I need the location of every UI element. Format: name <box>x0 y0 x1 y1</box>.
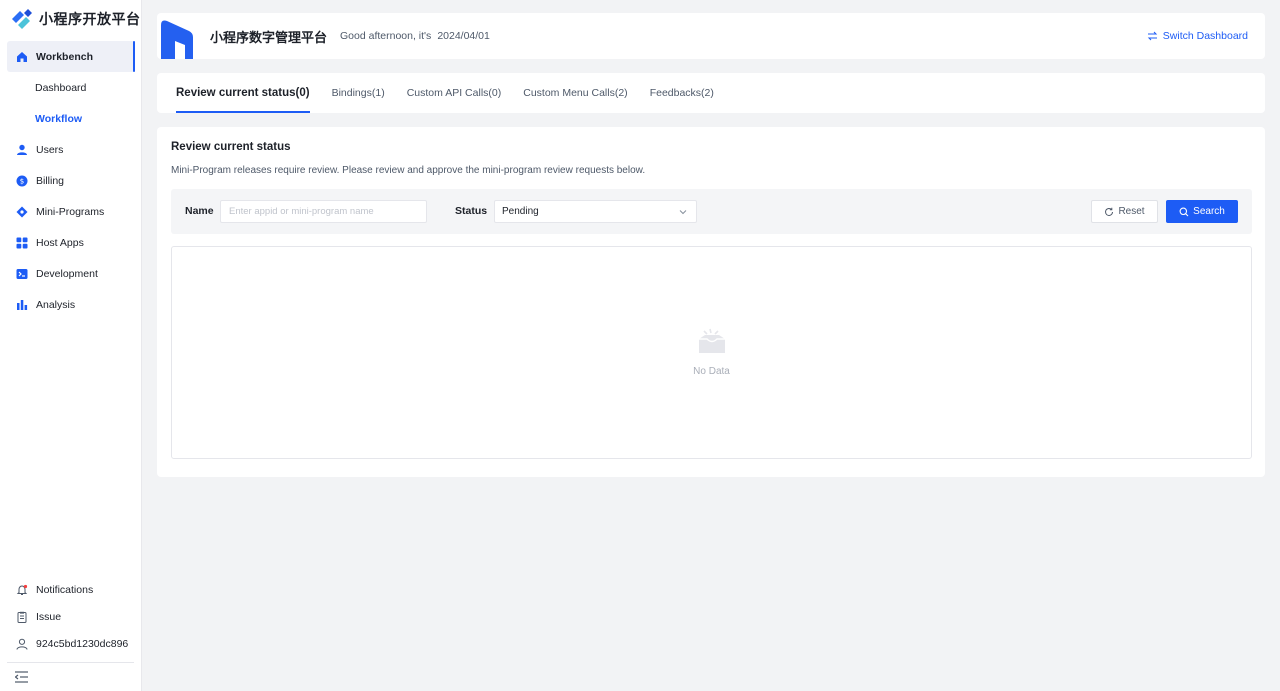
review-panel: Review current status Mini-Program relea… <box>157 127 1265 477</box>
billing-icon: $ <box>16 175 28 187</box>
current-date: 2024/04/01 <box>437 30 490 42</box>
home-icon <box>16 51 28 63</box>
sidebar-item-billing[interactable]: $ Billing <box>0 165 142 196</box>
svg-text:$: $ <box>20 177 24 185</box>
swap-icon <box>1147 31 1157 41</box>
empty-box-icon <box>699 328 725 353</box>
sidebar-item-users[interactable]: Users <box>0 134 142 165</box>
apps-grid-icon <box>16 237 28 249</box>
brand-name: 小程序开放平台 <box>39 11 141 27</box>
chevron-down-icon <box>679 210 687 215</box>
sidebar-item-label: Workbench <box>36 50 93 63</box>
sidebar-item-issue[interactable]: Issue <box>0 603 142 630</box>
status-select[interactable]: Pending <box>494 200 697 223</box>
sidebar-divider <box>7 662 134 663</box>
sidebar-subitem-label: Dashboard <box>35 81 87 94</box>
sidebar-nav: Workbench Dashboard Workflow Users $ Bil… <box>0 41 142 320</box>
header: 小程序数字管理平台 Good afternoon, it's 2024/04/01… <box>157 13 1265 59</box>
page-title: 小程序数字管理平台 <box>210 30 328 45</box>
sidebar-subitem-dashboard[interactable]: Dashboard <box>0 72 142 103</box>
bar-chart-icon <box>16 299 28 311</box>
tabs-bar: Review current status(0) Bindings(1) Cus… <box>157 73 1265 113</box>
sidebar-item-label: Billing <box>36 174 65 187</box>
sidebar-subitem-label: Workflow <box>35 112 83 125</box>
bell-icon <box>16 584 28 596</box>
sidebar-item-label: 924c5bd1230dc896 <box>36 637 129 650</box>
search-icon <box>1179 207 1189 216</box>
sidebar-item-mini-programs[interactable]: Mini-Programs <box>0 196 142 227</box>
platform-logo-icon <box>161 20 193 59</box>
reset-button[interactable]: Reset <box>1091 200 1158 223</box>
search-label: Search <box>1193 206 1225 217</box>
sidebar-item-label: Issue <box>36 610 62 623</box>
greeting-text: Good afternoon, it's <box>340 30 432 42</box>
tab-bindings[interactable]: Bindings(1) <box>332 73 385 113</box>
sidebar-item-analysis[interactable]: Analysis <box>0 289 142 320</box>
clipboard-icon <box>16 611 28 623</box>
sidebar-item-label: Analysis <box>36 298 76 311</box>
sidebar-item-notifications[interactable]: Notifications <box>0 576 142 603</box>
sidebar-item-label: Host Apps <box>36 236 84 249</box>
sidebar-item-development[interactable]: Development <box>0 258 142 289</box>
sidebar-item-host-apps[interactable]: Host Apps <box>0 227 142 258</box>
tab-feedbacks[interactable]: Feedbacks(2) <box>650 73 714 113</box>
sidebar-item-account[interactable]: 924c5bd1230dc896 <box>0 630 142 657</box>
sidebar-item-label: Notifications <box>36 583 94 596</box>
sidebar-item-label: Development <box>36 267 98 280</box>
brand-logo-icon <box>12 9 32 29</box>
name-search-input[interactable] <box>220 200 427 223</box>
greeting: Good afternoon, it's 2024/04/01 <box>340 30 496 42</box>
status-label: Status <box>455 205 488 217</box>
terminal-icon <box>16 268 28 280</box>
mini-program-icon <box>16 206 28 218</box>
refresh-icon <box>1105 207 1114 216</box>
switch-dashboard-button[interactable]: Switch Dashboard <box>1147 30 1248 42</box>
name-label: Name <box>185 205 214 217</box>
switch-dashboard-label: Switch Dashboard <box>1162 30 1248 42</box>
tab-review-current-status[interactable]: Review current status(0) <box>176 73 310 113</box>
results-table: No Data <box>171 246 1252 459</box>
sidebar-bottom: Notifications Issue 924c5bd1230dc896 <box>0 576 142 657</box>
empty-state-text: No Data <box>693 366 730 377</box>
tab-custom-menu-calls[interactable]: Custom Menu Calls(2) <box>523 73 627 113</box>
tabs: Review current status(0) Bindings(1) Cus… <box>176 73 714 113</box>
sidebar-subitem-workflow[interactable]: Workflow <box>0 103 142 134</box>
collapse-menu-icon[interactable] <box>15 671 28 683</box>
section-description: Mini-Program releases require review. Pl… <box>171 165 646 176</box>
search-button[interactable]: Search <box>1166 200 1238 223</box>
tab-custom-api-calls[interactable]: Custom API Calls(0) <box>407 73 502 113</box>
sidebar-item-label: Users <box>36 143 64 156</box>
filter-bar: Name Status Pending Reset Search <box>171 189 1252 234</box>
user-icon <box>16 144 28 156</box>
reset-label: Reset <box>1118 206 1145 217</box>
status-select-value: Pending <box>502 206 539 217</box>
sidebar-item-workbench[interactable]: Workbench <box>7 41 135 72</box>
sidebar-item-label: Mini-Programs <box>36 205 105 218</box>
sidebar: 小程序开放平台 Workbench Dashboard Workflow Use… <box>0 0 142 691</box>
section-title: Review current status <box>171 141 291 153</box>
user-outline-icon <box>16 638 28 650</box>
brand[interactable]: 小程序开放平台 <box>10 9 141 29</box>
